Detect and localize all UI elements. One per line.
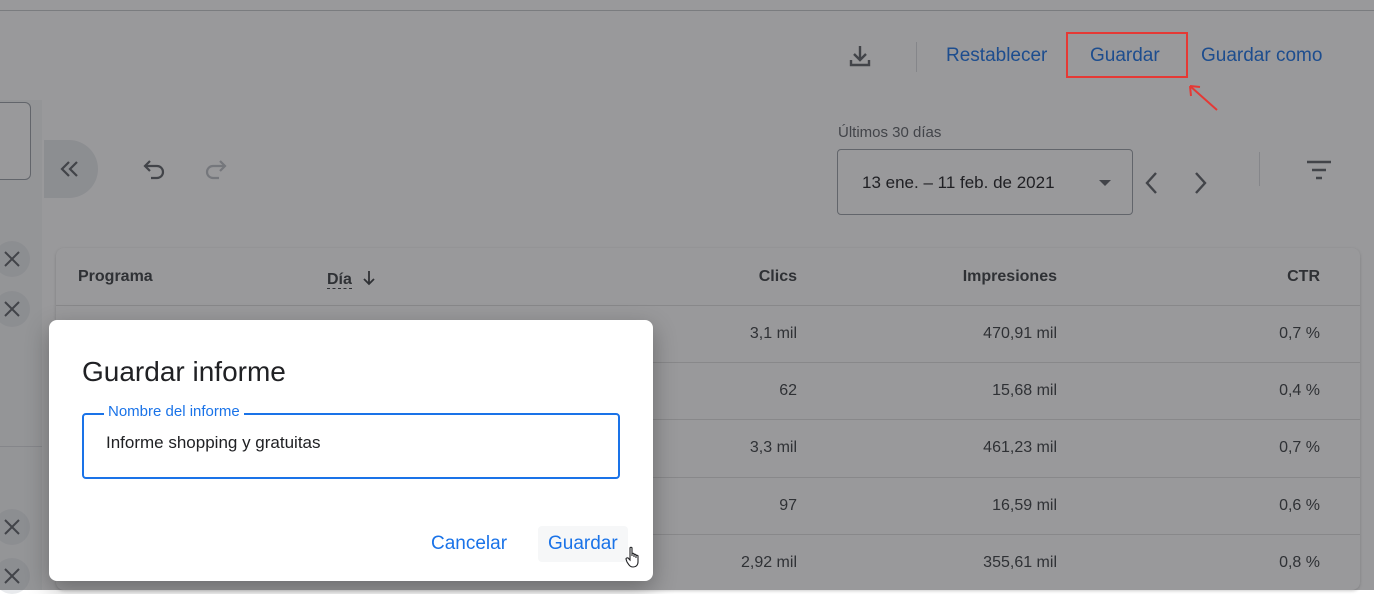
report-name-label: Nombre del informe bbox=[104, 403, 244, 420]
annotation-arrow-icon bbox=[1189, 85, 1218, 111]
dialog-title: Guardar informe bbox=[82, 356, 286, 387]
save-report-dialog: Guardar informe Nombre del informe Cance… bbox=[49, 320, 653, 581]
report-name-field[interactable]: Nombre del informe bbox=[82, 403, 620, 479]
annotation-highlight-box bbox=[1066, 32, 1188, 78]
confirm-save-button[interactable]: Guardar bbox=[538, 526, 628, 562]
cancel-button[interactable]: Cancelar bbox=[421, 526, 517, 562]
hand-cursor-icon bbox=[625, 546, 639, 568]
report-name-input[interactable] bbox=[106, 433, 586, 453]
